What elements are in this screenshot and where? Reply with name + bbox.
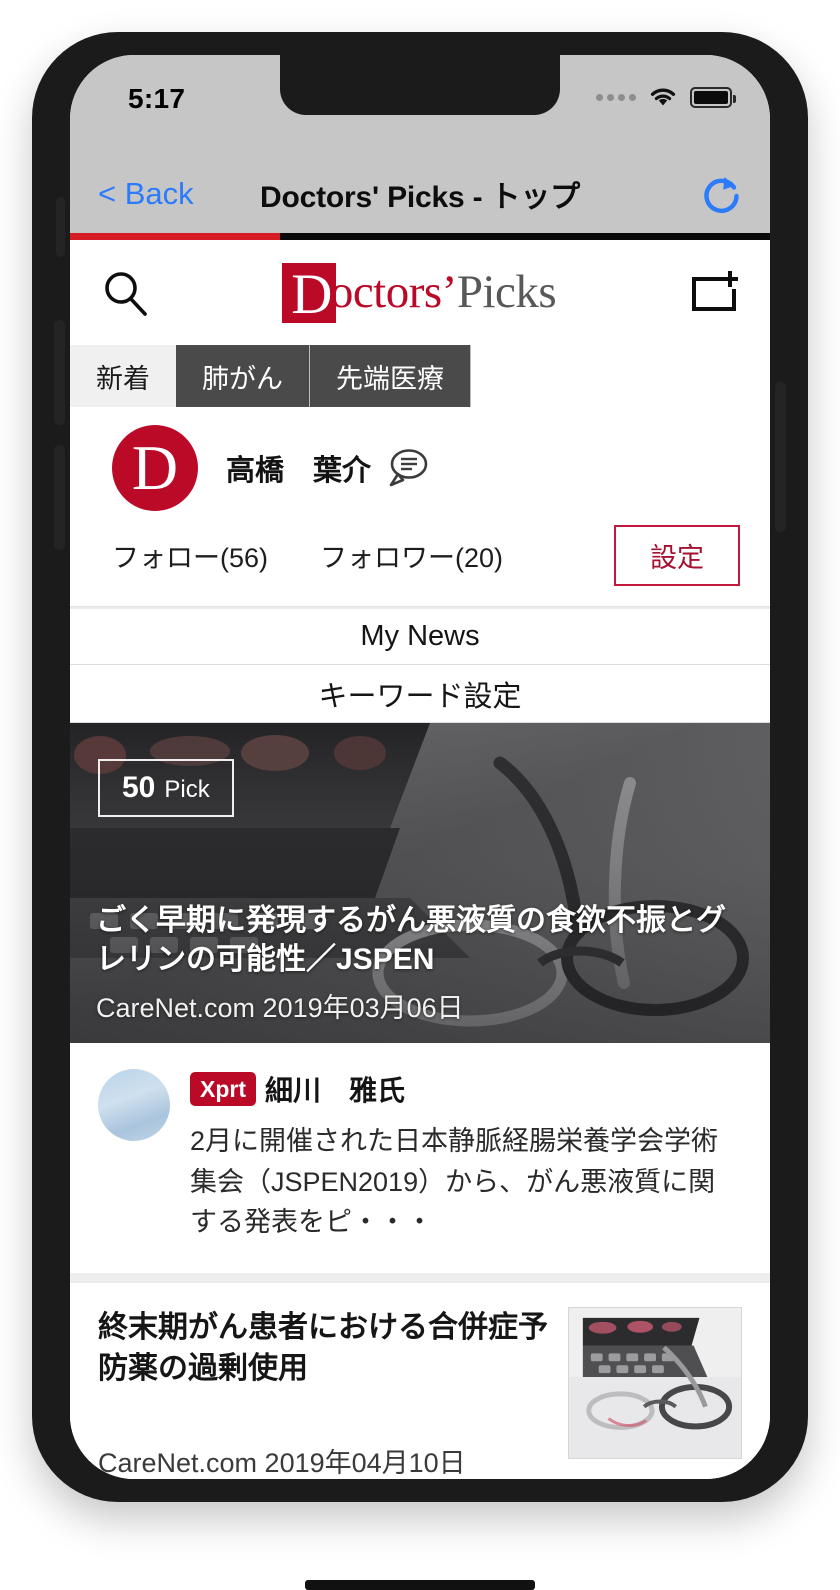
logo-d-letter: D [291, 263, 333, 326]
back-button[interactable]: < Back [98, 176, 194, 212]
article-main: 終末期がん患者における合併症予防薬の過剰使用 CareNet.com 2019年… [98, 1307, 568, 1480]
power-button[interactable] [775, 382, 786, 532]
wifi-icon [650, 88, 676, 106]
logo-doctors-text: octors’ [329, 266, 458, 318]
phone-screen: 5:17 < Back Doctors' Picks - トップ D octor… [70, 55, 770, 1479]
app-viewport: D octors’ Picks 新着 肺がん 先端医療 D 高橋 葉介 フォロー… [70, 240, 770, 1479]
category-tab-strip: 新着 肺がん 先端医療 [70, 345, 770, 407]
hero-title: ごく早期に発現するがん悪液質の食欲不振とグレリンの可能性／JSPEN [96, 903, 726, 977]
compose-add-icon[interactable] [688, 269, 740, 317]
followers-count[interactable]: フォロワー(20) [320, 536, 503, 575]
profile-name: 高橋 葉介 [226, 455, 372, 487]
hero-article-card[interactable]: 50 Pick ごく早期に発現するがん悪液質の食欲不振とグレリンの可能性／JSP… [70, 723, 770, 1043]
logo-picks-text: Picks [456, 266, 557, 318]
pick-label: Pick [164, 776, 210, 803]
profile-stats: フォロー(56) フォロワー(20) 設定 [70, 511, 770, 606]
status-clock: 5:17 [128, 83, 186, 114]
page-bottom-edge [305, 1580, 535, 1590]
pick-count-badge: 50 Pick [98, 759, 234, 817]
hero-text-block: ごく早期に発現するがん悪液質の食欲不振とグレリンの可能性／JSPEN CareN… [96, 901, 748, 1025]
app-logo: D octors’ Picks [281, 262, 557, 326]
settings-button[interactable]: 設定 [614, 525, 740, 586]
expert-avatar [98, 1069, 170, 1141]
phone-frame: 5:17 < Back Doctors' Picks - トップ D octor… [32, 32, 808, 1502]
logo-d-mark: D [281, 262, 336, 326]
profile-section: D 高橋 葉介 フォロー(56) フォロワー(20) 設定 [70, 407, 770, 607]
expert-comment-body: Xprt 細川 雅氏 2月に開催された日本静脈経腸栄養学会学術集会（JSPEN2… [190, 1069, 740, 1243]
status-bar: 5:17 [70, 55, 770, 155]
signal-dots-icon [596, 93, 636, 101]
hero-source: CareNet.com 2019年03月06日 [96, 993, 464, 1023]
expert-header: Xprt 細川 雅氏 [190, 1069, 740, 1109]
category-tab-advanced-medicine[interactable]: 先端医療 [310, 345, 471, 407]
expert-name: 細川 雅氏 [265, 1075, 406, 1106]
volume-up-button[interactable] [54, 320, 65, 425]
category-tab-new[interactable]: 新着 [70, 345, 176, 407]
article-list-item[interactable]: 終末期がん患者における合併症予防薬の過剰使用 CareNet.com 2019年… [70, 1280, 770, 1480]
speech-bubble-icon[interactable] [385, 448, 429, 488]
section-my-news[interactable]: My News [70, 607, 770, 665]
expert-badge: Xprt [190, 1071, 256, 1107]
article-source: CareNet.com 2019年04月10日 [98, 1448, 466, 1479]
article-thumbnail-photo [569, 1307, 741, 1458]
status-indicators [596, 85, 736, 109]
silent-switch[interactable] [56, 197, 65, 257]
article-title: 終末期がん患者における合併症予防薬の過剰使用 [98, 1310, 548, 1385]
profile-header: D 高橋 葉介 [70, 425, 770, 511]
expert-comment-text: 2月に開催された日本静脈経腸栄養学会学術集会（JSPEN2019）から、がん悪液… [190, 1126, 719, 1237]
search-icon[interactable] [100, 268, 150, 318]
article-thumbnail [568, 1306, 742, 1459]
pick-count: 50 [122, 771, 156, 804]
section-keyword-settings[interactable]: キーワード設定 [70, 665, 770, 723]
notch [280, 55, 560, 115]
reload-icon[interactable] [700, 172, 744, 216]
category-tab-lung-cancer[interactable]: 肺がん [176, 345, 310, 407]
volume-down-button[interactable] [54, 445, 65, 550]
following-count[interactable]: フォロー(56) [112, 536, 268, 575]
battery-full-icon [690, 86, 736, 108]
page-load-progress [70, 233, 770, 240]
avatar[interactable]: D [112, 425, 198, 511]
progress-fill [70, 233, 280, 240]
expert-comment-card[interactable]: Xprt 細川 雅氏 2月に開催された日本静脈経腸栄養学会学術集会（JSPEN2… [70, 1043, 770, 1281]
app-header: D octors’ Picks [70, 240, 770, 345]
browser-nav-bar: < Back Doctors' Picks - トップ [70, 155, 770, 233]
screenshot-root: 5:17 < Back Doctors' Picks - トップ D octor… [0, 0, 840, 1590]
